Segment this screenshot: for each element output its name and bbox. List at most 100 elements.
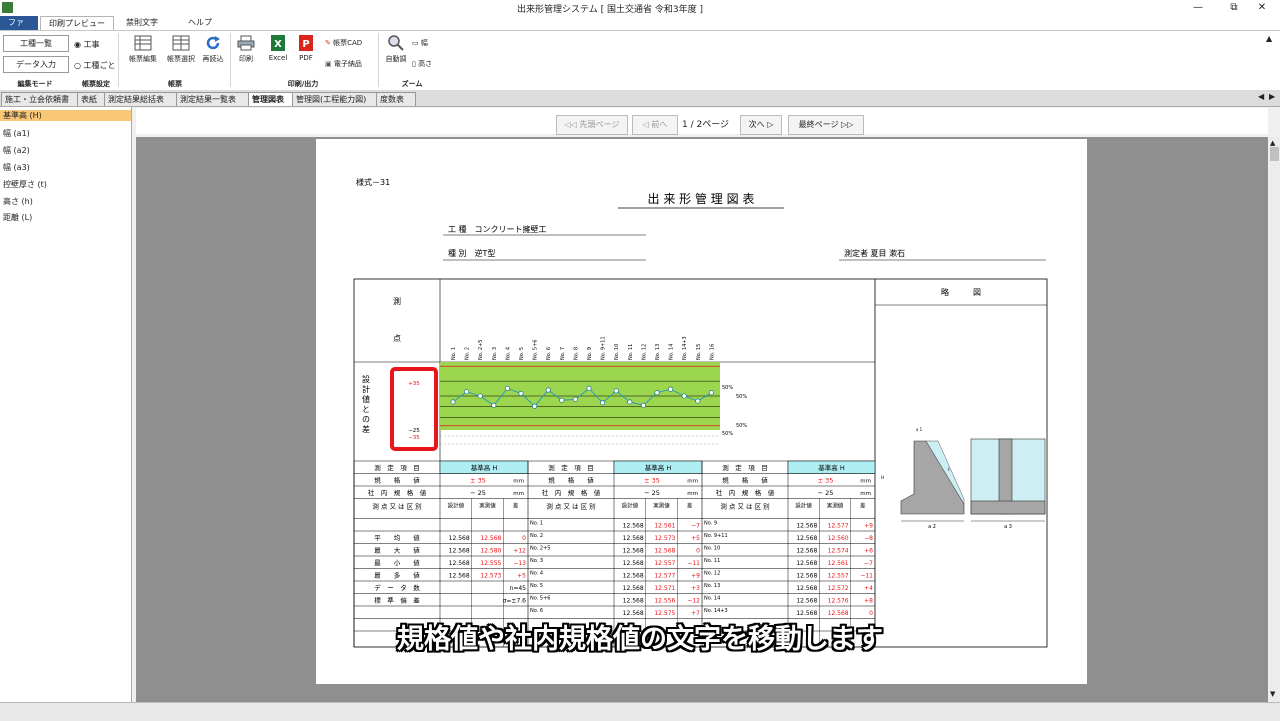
menu-tab-help[interactable]: ヘルプ xyxy=(180,16,220,30)
electronic-delivery-button[interactable]: ▣ 電子納品 xyxy=(325,59,362,69)
data-point xyxy=(695,398,701,404)
tab-construction-request[interactable]: 施工・立会依頼書 xyxy=(1,92,79,106)
table-cell: +6 xyxy=(864,548,873,555)
table-cell: −8 xyxy=(864,535,873,542)
reload-button[interactable]: 再読込 xyxy=(199,35,227,64)
document-title: 出 来 形 管 理 図 表 xyxy=(648,191,755,206)
data-point xyxy=(572,396,578,402)
list-item-width-a3[interactable]: 幅 (a3) xyxy=(3,162,30,173)
koshu-list-button[interactable]: 工種一覧 xyxy=(3,35,69,52)
table-cell: +4 xyxy=(864,585,873,592)
svg-text:P: P xyxy=(302,39,309,50)
tab-scroll-left-icon[interactable]: ◀ xyxy=(1258,92,1264,101)
data-point xyxy=(654,390,660,396)
table-cell: −12 xyxy=(687,598,700,605)
zoom-width-button[interactable]: ▭ 幅 xyxy=(412,38,428,48)
tab-scroll-right-icon[interactable]: ▶ xyxy=(1269,92,1275,101)
magnifier-icon xyxy=(388,35,404,51)
pdf-button[interactable]: P PDF xyxy=(293,35,319,62)
radio-per-koshu[interactable]: ○ 工種ごと xyxy=(74,60,116,71)
sub-header: 実測値 xyxy=(653,502,670,510)
zoom-height-button[interactable]: ▯ 高さ xyxy=(412,59,432,69)
scroll-up-icon[interactable]: ▲ xyxy=(1270,139,1275,147)
table-cell: −7 xyxy=(864,560,873,567)
zoom-auto-label: 自動調 xyxy=(385,55,407,63)
control-chart-document: 様式－31 出 来 形 管 理 図 表 工 種 コンクリート擁壁工 種 別 逆T… xyxy=(353,177,1048,648)
list-item-buttress-thickness[interactable]: 控壁厚さ (t) xyxy=(3,179,47,190)
scroll-thumb[interactable] xyxy=(1270,147,1279,161)
form-cad-button[interactable]: ✎ 帳票CAD xyxy=(325,38,362,48)
point-label: No. 5+6 xyxy=(533,340,539,360)
form-edit-button[interactable]: 帳票編集 xyxy=(125,35,161,64)
zoom-width-label: 幅 xyxy=(420,39,428,47)
data-entry-button[interactable]: データ入力 xyxy=(3,56,69,73)
tab-result-list[interactable]: 測定結果一覧表 xyxy=(176,92,250,106)
list-item-distance[interactable]: 距離 (L) xyxy=(3,212,32,223)
table-cell: 12.574 xyxy=(828,548,849,555)
minimize-button[interactable]: — xyxy=(1180,0,1216,16)
zoom-auto-button[interactable]: 自動調 xyxy=(382,35,410,64)
unit-label: mm xyxy=(513,491,524,497)
row-label-internal-spec: 社 内 規 格 値 xyxy=(716,488,775,497)
menu-tab-prohibited-chars[interactable]: 禁則文字 xyxy=(118,16,166,30)
row-label: No. 14+3 xyxy=(704,608,728,614)
table-cell: 12.572 xyxy=(828,585,849,592)
window-title: 出来形管理システム [ 国土交通省 令和3年度 ] xyxy=(517,5,703,15)
sub-header: 実測値 xyxy=(827,502,844,510)
table-cell: 12.568 xyxy=(449,573,470,580)
table-cell: 12.575 xyxy=(654,610,675,617)
list-item-base-height[interactable]: 基準高 (H) xyxy=(0,110,131,121)
table-cell: 12.568 xyxy=(796,548,817,555)
sub-header: 実測値 xyxy=(479,502,496,510)
tab-frequency[interactable]: 度数表 xyxy=(376,92,416,106)
first-page-button[interactable]: ◁◁ 先頭ページ xyxy=(556,115,628,135)
item-value: 基準高 H xyxy=(645,463,672,472)
row-label: デ ー タ 数 xyxy=(374,583,420,592)
koshu-label: 工 種 コンクリート擁壁工 xyxy=(448,224,547,234)
internal-spec-value: − 25 xyxy=(644,489,660,497)
menu-tab-print-preview[interactable]: 印刷プレビュー xyxy=(40,16,114,31)
next-page-button[interactable]: 次へ ▷ xyxy=(740,115,782,135)
radio-project[interactable]: ◉ 工事 xyxy=(74,39,100,50)
radio-selected-icon: ◉ xyxy=(74,40,81,49)
menu-tab-file[interactable]: ファイル xyxy=(0,16,38,41)
tab-control-chart[interactable]: 管理図表 xyxy=(248,92,294,106)
ribbon: 工種一覧 データ入力 ◉ 工事 ○ 工種ごと 編集モード 帳票設定 帳票編集 帳… xyxy=(0,30,1280,91)
prev-page-button[interactable]: ◁ 前へ xyxy=(632,115,678,135)
printer-icon xyxy=(237,35,255,51)
dim-a3: a 3 xyxy=(1004,524,1012,530)
measurer-label: 測定者 夏目 漱石 xyxy=(844,248,905,258)
table-cell: 12.568 xyxy=(796,535,817,542)
tab-cover[interactable]: 表紙 xyxy=(77,92,105,106)
list-item-width-a1[interactable]: 幅 (a1) xyxy=(3,128,30,139)
first-page-icon: ◁◁ xyxy=(564,120,577,129)
row-label: 最 小 値 xyxy=(374,558,420,567)
group-label-form-settings: 帳票設定 xyxy=(82,80,110,88)
list-item-height[interactable]: 高さ (h) xyxy=(3,196,33,207)
list-item-width-a2[interactable]: 幅 (a2) xyxy=(3,145,30,156)
data-point xyxy=(477,393,483,399)
last-page-button[interactable]: 最終ページ ▷▷ xyxy=(788,115,864,135)
close-button[interactable]: ✕ xyxy=(1244,0,1280,16)
excel-button[interactable]: X Excel xyxy=(265,35,291,62)
tab-process-capability[interactable]: 管理図(工程能力図) xyxy=(292,92,378,106)
table-cell: 12.577 xyxy=(828,523,849,530)
ribbon-separator xyxy=(230,33,231,87)
point-label: No. 12 xyxy=(641,344,647,360)
table-cell: +7 xyxy=(691,610,700,617)
data-point xyxy=(586,385,592,391)
ribbon-collapse-icon[interactable]: ▲ xyxy=(1266,34,1272,43)
print-button[interactable]: 印刷 xyxy=(233,35,259,64)
row-label: 最 多 値 xyxy=(374,571,420,580)
radio-project-label: 工事 xyxy=(83,40,100,49)
prev-page-label: 前へ xyxy=(651,120,668,129)
tab-summary[interactable]: 測定結果総括表 xyxy=(104,92,178,106)
sketch-header: 略 図 xyxy=(941,287,981,297)
unit-label: mm xyxy=(687,479,698,485)
scroll-down-icon[interactable]: ▼ xyxy=(1270,690,1275,698)
zoom-height-label: 高さ xyxy=(418,60,433,68)
data-point xyxy=(450,399,456,405)
form-select-button[interactable]: 帳票選択 xyxy=(163,35,199,64)
point-label: No. 6 xyxy=(546,347,552,360)
vertical-scrollbar[interactable]: ▲ ▼ xyxy=(1269,137,1280,702)
